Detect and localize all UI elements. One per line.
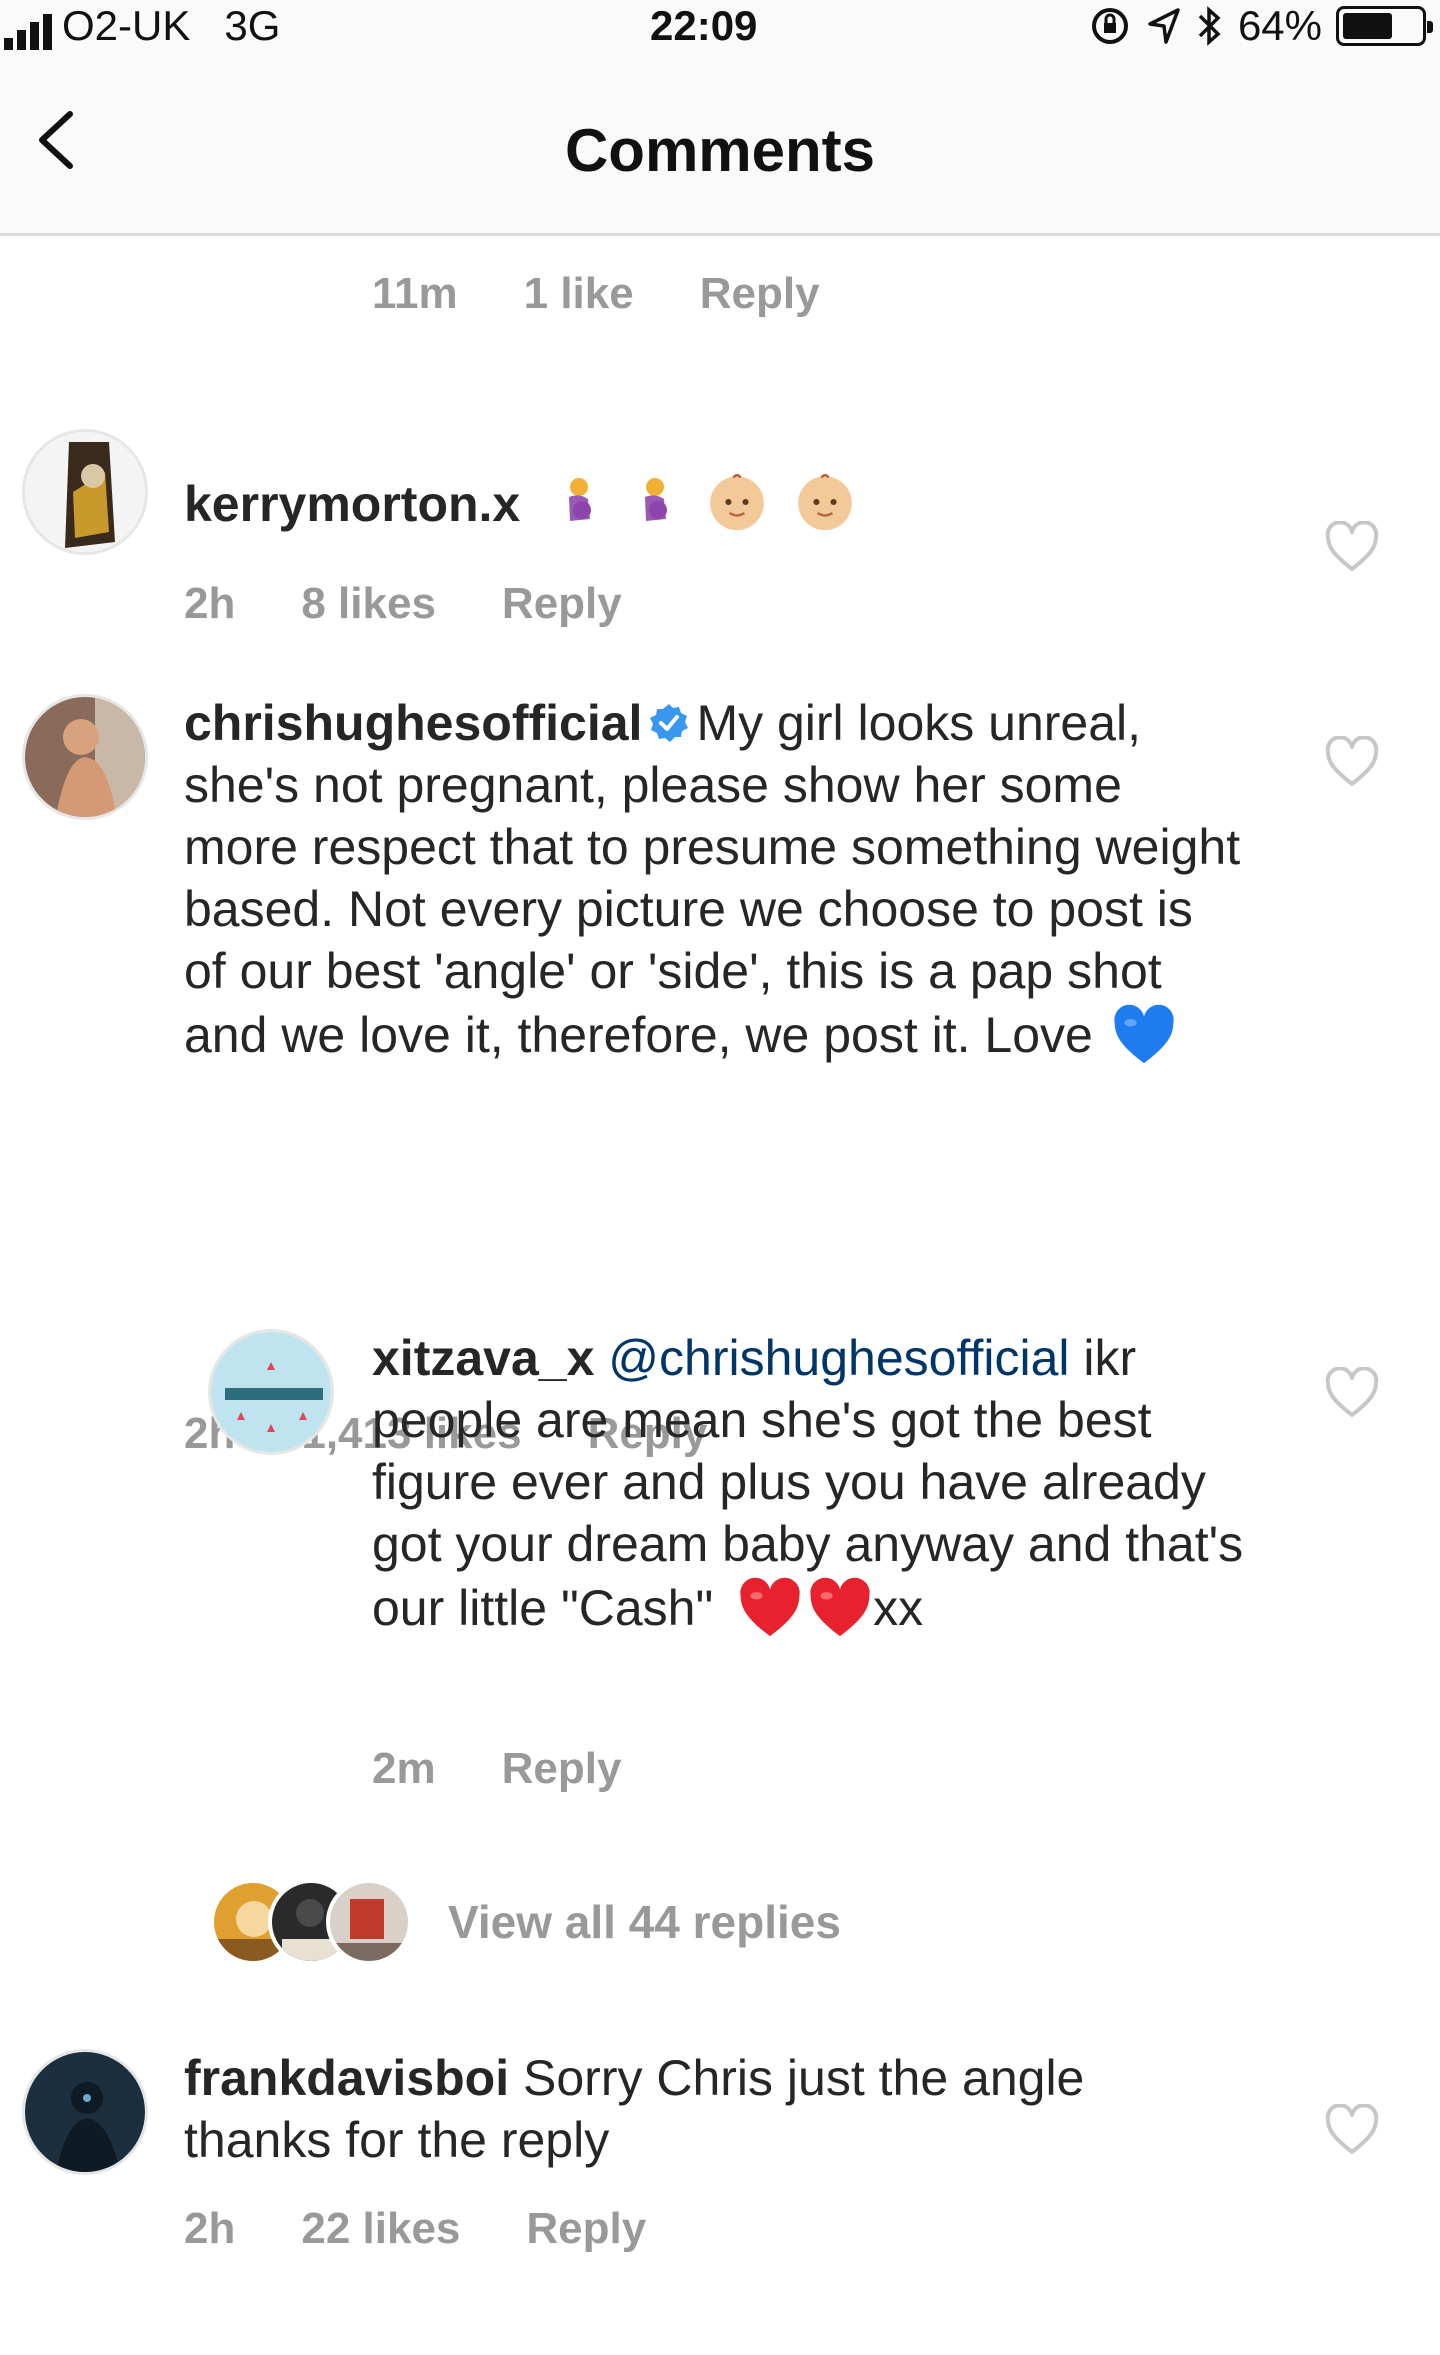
comment-username[interactable]: xitzava_x xyxy=(372,1330,594,1386)
like-heart-icon[interactable] xyxy=(1324,521,1380,573)
avatar[interactable] xyxy=(22,694,148,820)
like-heart-icon[interactable] xyxy=(1324,2104,1380,2156)
reply-button[interactable]: Reply xyxy=(502,1744,622,1794)
comment-username[interactable]: kerrymorton.x xyxy=(184,476,520,532)
comment-meta: 2h 22 likes Reply xyxy=(184,2204,646,2254)
red-heart-emoji xyxy=(740,1577,800,1637)
comment-time: 2m xyxy=(372,1744,436,1793)
reply-button[interactable]: Reply xyxy=(700,269,820,319)
status-time: 22:09 xyxy=(650,2,758,49)
comment-body: kerrymorton.x xyxy=(184,469,1234,535)
comment-meta: 2m Reply xyxy=(372,1744,621,1794)
bluetooth-icon xyxy=(1198,6,1221,46)
reply-button[interactable]: Reply xyxy=(502,579,622,629)
comment-time: 11m xyxy=(372,269,458,318)
comment-text-after-emoji: xx xyxy=(873,1580,924,1636)
reply-button[interactable]: Reply xyxy=(526,2204,646,2254)
page-title: Comments xyxy=(564,117,876,184)
avatar[interactable] xyxy=(208,1329,334,1455)
comment-username[interactable]: frankdavisboi xyxy=(184,2050,509,2106)
comment-likes[interactable]: 22 likes xyxy=(301,2204,460,2254)
view-all-replies-label: View all 44 replies xyxy=(448,1896,841,1948)
avatar[interactable] xyxy=(22,2049,148,2175)
comment-body: xitzava_x @chrishughesofficial ikr peopl… xyxy=(372,1327,1252,1641)
previous-comment-meta: 11m 1 like Reply xyxy=(372,269,820,319)
comment-likes[interactable]: 8 likes xyxy=(301,579,436,629)
avatar[interactable] xyxy=(22,429,148,555)
location-icon xyxy=(1148,8,1180,44)
pregnant-woman-emoji xyxy=(645,478,668,521)
pregnant-woman-emoji xyxy=(569,478,592,521)
blue-heart-emoji xyxy=(1114,1004,1174,1064)
network-label: 3G xyxy=(224,2,281,49)
baby-emoji xyxy=(797,473,852,531)
status-right: 64% xyxy=(1088,2,1433,50)
baby-emoji xyxy=(710,473,764,531)
comment-meta: 2h 8 likes Reply xyxy=(184,579,622,629)
signal-icon xyxy=(4,10,52,50)
comment-time: 2h xyxy=(184,2204,236,2253)
view-all-replies-button[interactable]: View all 44 replies xyxy=(210,1879,841,1965)
like-heart-icon[interactable] xyxy=(1324,1367,1380,1419)
status-bar: O2-UK 3G 22:09 64% xyxy=(0,0,1440,60)
comment-body: chrishughesofficial My girl looks unreal… xyxy=(184,692,1244,1068)
battery-icon xyxy=(1336,6,1433,46)
orientation-lock-icon xyxy=(1091,8,1128,44)
comment-username[interactable]: chrishughesofficial xyxy=(184,695,642,751)
comment-likes[interactable]: 1 like xyxy=(524,269,634,319)
carrier-label: O2-UK xyxy=(62,2,191,49)
red-heart-emoji xyxy=(810,1577,870,1637)
comment-time: 2h xyxy=(184,579,236,628)
status-left: O2-UK 3G xyxy=(4,2,280,50)
reply-avatars xyxy=(210,1879,412,1965)
avatar xyxy=(326,1879,412,1965)
battery-percent: 64% xyxy=(1237,2,1322,49)
comments-header: Comments xyxy=(0,60,1440,236)
like-heart-icon[interactable] xyxy=(1324,736,1380,788)
verified-badge-icon xyxy=(650,704,689,742)
comment-emojis xyxy=(548,473,862,532)
comment-body: frankdavisboi Sorry Chris just the angle… xyxy=(184,2047,1244,2171)
mention-link[interactable]: @chrishughesofficial xyxy=(608,1330,1069,1386)
